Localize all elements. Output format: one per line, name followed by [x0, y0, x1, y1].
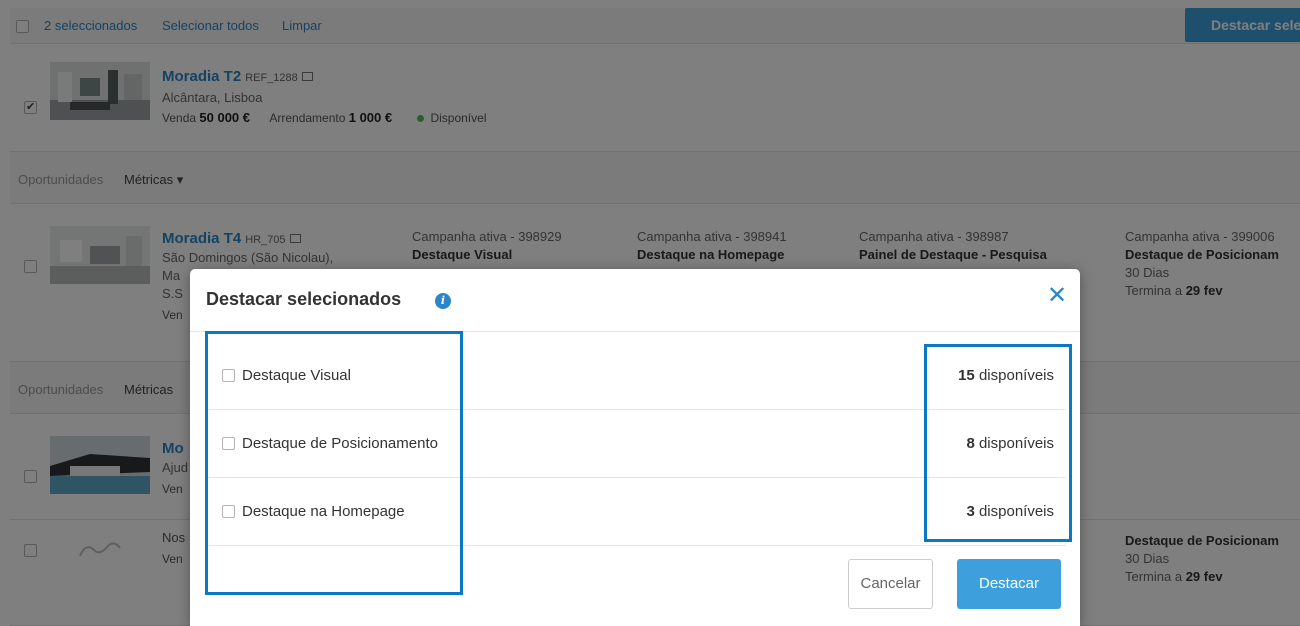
option-checkbox[interactable] — [222, 369, 235, 382]
info-icon[interactable]: i — [435, 293, 451, 309]
modal-header: Destacar selecionados i ✕ — [190, 269, 1080, 332]
option-count-suffix: disponíveis — [978, 435, 1054, 452]
highlight-option-row: Destaque na Homepage 3 disponíveis — [206, 479, 1066, 546]
option-label[interactable]: Destaque na Homepage — [242, 503, 405, 520]
highlight-modal: Destacar selecionados i ✕ Destaque Visua… — [190, 269, 1080, 626]
option-count: 3 — [966, 503, 975, 520]
option-checkbox[interactable] — [222, 437, 235, 450]
option-count: 15 — [958, 367, 975, 384]
option-count: 8 — [966, 435, 975, 452]
option-availability: 8 disponíveis — [966, 435, 1054, 452]
option-checkbox[interactable] — [222, 505, 235, 518]
option-count-suffix: disponíveis — [978, 367, 1054, 384]
option-availability: 3 disponíveis — [966, 503, 1054, 520]
option-availability: 15 disponíveis — [958, 367, 1054, 384]
highlight-submit-button[interactable]: Destacar — [957, 559, 1061, 609]
cancel-button[interactable]: Cancelar — [848, 559, 933, 609]
modal-title: Destacar selecionados — [206, 289, 402, 309]
close-icon[interactable]: ✕ — [1046, 284, 1068, 308]
option-label[interactable]: Destaque Visual — [242, 367, 351, 384]
highlight-option-row: Destaque Visual 15 disponíveis — [206, 343, 1066, 410]
option-label[interactable]: Destaque de Posicionamento — [242, 435, 438, 452]
option-count-suffix: disponíveis — [978, 503, 1054, 520]
highlight-option-row: Destaque de Posicionamento 8 disponíveis — [206, 411, 1066, 478]
